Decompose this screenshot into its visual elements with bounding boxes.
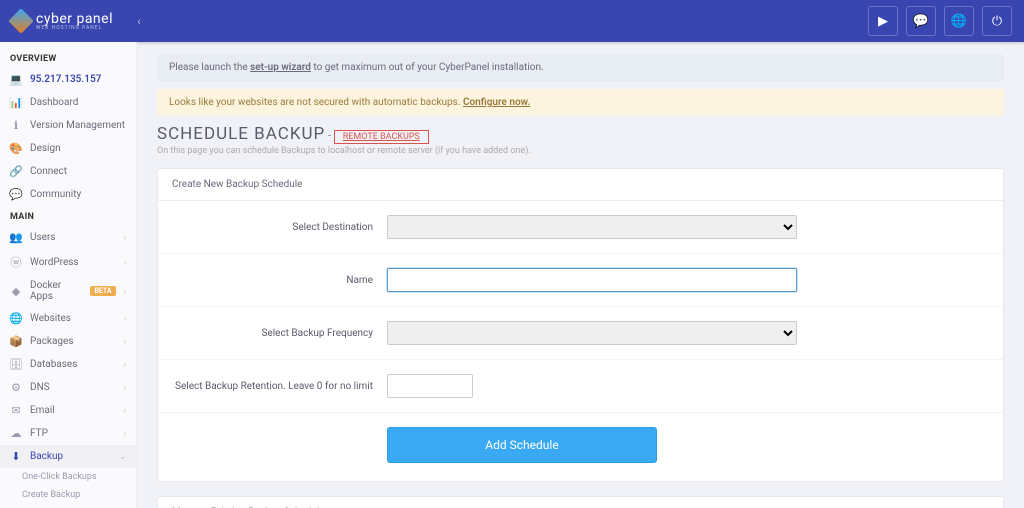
page-title: SCHEDULE BACKUP [157,124,325,144]
chevron-right-icon: › [124,287,126,296]
sidebar-sub-create[interactable]: Create Backup [0,486,136,504]
top-actions: ▶ 💬 🌐 ⏻ [868,6,1012,36]
beta-badge: BETA [90,286,115,296]
gauge-icon: 📊 [10,96,22,109]
sidebar-item-websites[interactable]: 🌐Websites› [0,307,136,330]
paint-icon: 🎨 [10,142,22,155]
download-icon: ⬇ [10,450,22,463]
remote-backups-link[interactable]: REMOTE BACKUPS [334,130,429,144]
chat-icon[interactable]: 💬 [906,6,936,36]
sidebar-item-dashboard[interactable]: 📊Dashboard [0,91,136,114]
page-subtitle: On this page you can schedule Backups to… [157,146,1004,156]
destination-label: Select Destination [172,222,387,233]
link-icon: 🔗 [10,165,22,178]
destination-select[interactable] [387,215,797,239]
retention-input[interactable] [387,374,473,398]
sidebar-item-docker[interactable]: ◆Docker AppsBETA› [0,275,136,307]
frequency-select[interactable] [387,321,797,345]
sidebar-collapse-button[interactable]: ‹ [127,9,151,33]
name-input[interactable] [387,268,797,292]
main-content: Please launch the set-up wizard to get m… [137,42,1024,508]
chevron-right-icon: › [124,314,126,323]
section-overview: OVERVIEW [0,48,136,68]
comment-icon: 💬 [10,188,22,201]
chevron-right-icon: › [124,360,126,369]
laptop-icon: 💻 [10,73,22,86]
name-label: Name [172,275,387,286]
sidebar-item-dns[interactable]: ⚙DNS› [0,376,136,399]
sidebar-item-ftp[interactable]: ☁FTP› [0,422,136,445]
frequency-label: Select Backup Frequency [172,328,387,339]
chevron-right-icon: › [124,383,126,392]
docker-icon: ◆ [10,285,22,298]
chevron-right-icon: › [124,406,126,415]
chevron-right-icon: › [124,258,126,267]
logo[interactable]: cyber panel WEB HOSTING PANEL [12,11,113,31]
sitemap-icon: ⚙ [10,381,22,394]
sidebar-item-connect[interactable]: 🔗Connect [0,160,136,183]
section-main: MAIN [0,206,136,226]
chevron-right-icon: › [124,233,126,242]
logo-tagline: WEB HOSTING PANEL [36,25,113,31]
sidebar-item-wordpress[interactable]: ⓦWordPress› [0,249,136,275]
add-schedule-button[interactable]: Add Schedule [387,427,657,463]
topbar: cyber panel WEB HOSTING PANEL ‹ ▶ 💬 🌐 ⏻ [0,0,1024,42]
configure-now-link[interactable]: Configure now. [463,97,530,108]
manage-schedules-card: Manage Existing Backup Schedules Select … [157,496,1004,508]
retention-label: Select Backup Retention. Leave 0 for no … [172,381,387,392]
sidebar-item-users[interactable]: 👥Users› [0,226,136,249]
setup-wizard-link[interactable]: set-up wizard [250,62,311,73]
globe-icon: 🌐 [10,312,22,325]
envelope-icon: ✉ [10,404,22,417]
youtube-icon[interactable]: ▶ [868,6,898,36]
sidebar-item-databases[interactable]: 🗄Databases› [0,353,136,376]
box-icon: 📦 [10,335,22,348]
sidebar-item-email[interactable]: ✉Email› [0,399,136,422]
sidebar-sub-oneclick[interactable]: One-Click Backups [0,468,136,486]
sidebar: OVERVIEW 💻95.217.135.157 📊Dashboard ℹVer… [0,42,137,508]
sidebar-item-backup[interactable]: ⬇Backup⌄ [0,445,136,468]
wordpress-icon: ⓦ [10,254,22,270]
logo-icon [8,8,33,33]
card-header: Manage Existing Backup Schedules [158,497,1003,508]
info-icon: ℹ [10,119,22,132]
sidebar-item-design[interactable]: 🎨Design [0,137,136,160]
users-icon: 👥 [10,231,22,244]
chevron-right-icon: › [124,429,126,438]
sidebar-item-community[interactable]: 💬Community [0,183,136,206]
chevron-right-icon: › [124,337,126,346]
sidebar-item-server-ip[interactable]: 💻95.217.135.157 [0,68,136,91]
create-schedule-card: Create New Backup Schedule Select Destin… [157,168,1004,482]
chevron-down-icon: ⌄ [119,452,126,461]
database-icon: 🗄 [10,358,22,371]
card-header: Create New Backup Schedule [158,169,1003,201]
backup-alert: Looks like your websites are not secured… [157,89,1004,116]
setup-alert: Please launch the set-up wizard to get m… [157,54,1004,81]
sidebar-sub-restore[interactable]: Restore Backup [0,504,136,508]
cloud-icon: ☁ [10,427,22,440]
power-icon[interactable]: ⏻ [982,6,1012,36]
sidebar-item-packages[interactable]: 📦Packages› [0,330,136,353]
globe-icon[interactable]: 🌐 [944,6,974,36]
sidebar-item-version[interactable]: ℹVersion Management [0,114,136,137]
